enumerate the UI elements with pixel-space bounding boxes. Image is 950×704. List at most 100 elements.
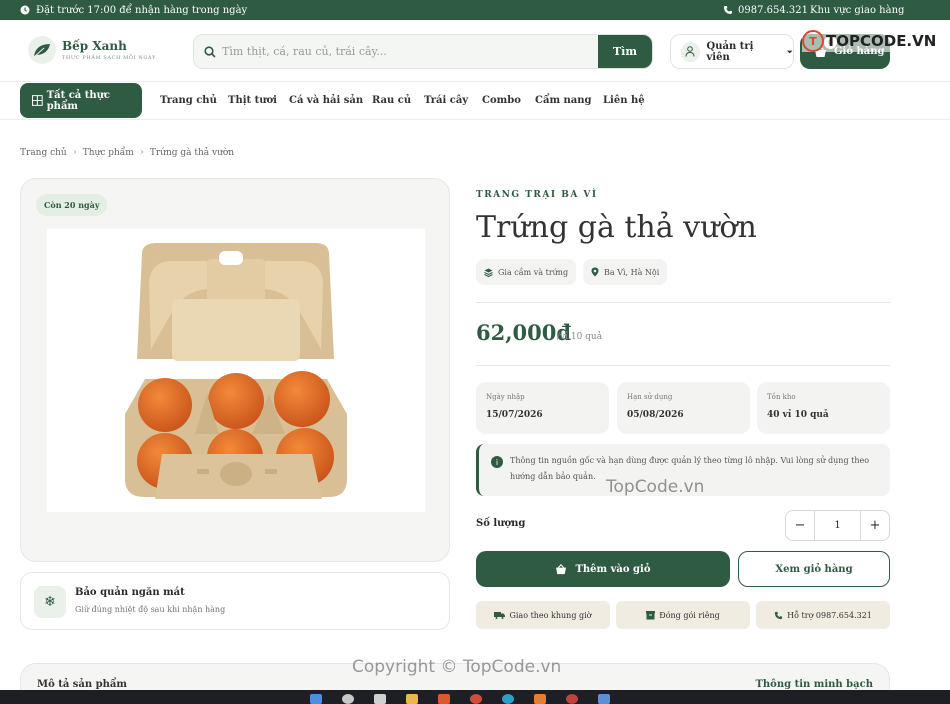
origin-label: Ba Vì, Hà Nội bbox=[604, 267, 660, 277]
price-unit: /vỉ 10 quả bbox=[557, 332, 603, 342]
app-icon[interactable] bbox=[438, 694, 450, 704]
stat-value: 05/08/2026 bbox=[627, 410, 684, 420]
divider bbox=[476, 365, 890, 366]
chevron-right-icon: › bbox=[139, 147, 144, 158]
product-image[interactable] bbox=[47, 229, 425, 512]
stat-value: 15/07/2026 bbox=[486, 410, 543, 420]
hotline[interactable]: 0987.654.321 bbox=[723, 5, 808, 16]
nav-link-combo[interactable]: Combo bbox=[482, 95, 521, 106]
brand-name: Bếp Xanh bbox=[62, 39, 127, 53]
nav-link-guide[interactable]: Cẩm nang bbox=[535, 95, 592, 106]
chevron-right-icon: › bbox=[72, 147, 77, 158]
breadcrumb-home[interactable]: Trang chủ bbox=[20, 148, 67, 158]
stat-import-date: Ngày nhập 15/07/2026 bbox=[476, 382, 609, 434]
category-chip[interactable]: Gia cầm và trứng bbox=[476, 259, 577, 285]
edge-icon[interactable] bbox=[502, 694, 514, 704]
search-button[interactable]: Tìm bbox=[598, 35, 652, 68]
topcode-watermark-logo: T TOPCODE.VN bbox=[802, 30, 937, 52]
perk-label: Đóng gói riêng bbox=[659, 610, 720, 620]
quantity-stepper: − 1 + bbox=[785, 510, 890, 541]
delivery-zone-link[interactable]: Khu vực giao hàng bbox=[810, 5, 904, 16]
nav-link-vegetables[interactable]: Rau củ bbox=[372, 95, 411, 106]
perk-packaging: Đóng gói riêng bbox=[616, 601, 750, 629]
user-icon bbox=[681, 41, 700, 62]
basket-icon bbox=[556, 563, 567, 574]
breadcrumb-current: Trứng gà thả vườn bbox=[149, 147, 235, 158]
copyright-watermark: Copyright © TopCode.vn bbox=[352, 657, 562, 677]
truck-icon bbox=[494, 612, 506, 619]
nav-link-home[interactable]: Trang chủ bbox=[160, 95, 217, 106]
nav-link-contact[interactable]: Liên hệ bbox=[603, 95, 645, 106]
tab-transparency[interactable]: Thông tin minh bạch bbox=[755, 679, 873, 690]
all-categories-button[interactable]: Tất cả thực phẩm bbox=[20, 83, 142, 118]
nav-link-seafood[interactable]: Cá và hải sản bbox=[289, 95, 363, 106]
search-bar: Tìm bbox=[193, 34, 653, 69]
app-icon[interactable] bbox=[534, 694, 546, 704]
search-icon[interactable] bbox=[342, 694, 354, 704]
brand-logo[interactable]: Bếp Xanh THỰC PHẨM SẠCH MỖI NGÀY bbox=[28, 36, 156, 64]
order-notice-text: Đặt trước 17:00 để nhận hàng trong ngày bbox=[36, 4, 248, 16]
perk-label: Giao theo khung giờ bbox=[509, 610, 592, 620]
nav-link-fresh-meat[interactable]: Thịt tươi bbox=[228, 95, 277, 106]
stat-label: Ngày nhập bbox=[486, 393, 525, 401]
nav-link-fruits[interactable]: Trái cây bbox=[424, 95, 468, 106]
storage-title: Bảo quản ngăn mát bbox=[75, 587, 185, 598]
grid-icon bbox=[32, 95, 43, 106]
category-label: Gia cầm và trứng bbox=[498, 267, 569, 277]
stat-stock: Tồn kho 40 vỉ 10 quả bbox=[757, 382, 890, 434]
breadcrumb: Trang chủ › Thực phẩm › Trứng gà thả vườ… bbox=[20, 147, 234, 158]
stat-expiry-date: Hạn sử dụng 05/08/2026 bbox=[617, 382, 750, 434]
caret-down-icon bbox=[786, 50, 793, 53]
box-icon bbox=[646, 610, 656, 619]
info-icon: i bbox=[491, 456, 503, 468]
layers-icon bbox=[484, 268, 493, 277]
tab-description[interactable]: Mô tả sản phẩm bbox=[37, 679, 127, 690]
snowflake-icon: ❄ bbox=[34, 586, 66, 618]
phone-icon bbox=[774, 611, 783, 619]
farm-name: TRANG TRẠI BA VÌ bbox=[476, 190, 598, 200]
expiry-tag: Còn 20 ngày bbox=[36, 194, 108, 216]
phone-icon bbox=[724, 6, 732, 14]
storage-subtitle: Giữ đúng nhiệt độ sau khi nhận hàng bbox=[75, 605, 226, 614]
map-pin-icon bbox=[591, 267, 599, 277]
os-taskbar bbox=[0, 690, 950, 704]
start-icon[interactable] bbox=[310, 694, 322, 704]
header: Bếp Xanh THỰC PHẨM SẠCH MỖI NGÀY Tìm Quả… bbox=[0, 20, 950, 82]
folder-icon[interactable] bbox=[406, 694, 418, 704]
view-cart-button[interactable]: Xem giỏ hàng bbox=[738, 551, 890, 587]
stat-value: 40 vỉ 10 quả bbox=[767, 410, 829, 420]
user-menu[interactable]: Quản trị viên bbox=[670, 34, 794, 69]
stat-label: Hạn sử dụng bbox=[627, 393, 673, 401]
browser-icon[interactable] bbox=[470, 694, 482, 704]
brand-tagline: THỰC PHẨM SẠCH MỖI NGÀY bbox=[62, 55, 156, 61]
add-to-cart-label: Thêm vào giỏ bbox=[575, 563, 651, 575]
divider bbox=[476, 302, 890, 303]
main-nav: Tất cả thực phẩm Trang chủ Thịt tươi Cá … bbox=[0, 82, 950, 120]
search-input[interactable] bbox=[222, 45, 598, 58]
breadcrumb-category[interactable]: Thực phẩm bbox=[83, 148, 134, 158]
app-icon[interactable] bbox=[598, 694, 610, 704]
user-name: Quản trị viên bbox=[706, 40, 754, 63]
stat-label: Tồn kho bbox=[767, 393, 796, 401]
order-notice: Đặt trước 17:00 để nhận hàng trong ngày bbox=[20, 5, 247, 16]
topcode-logo-text: TOPCODE.VN bbox=[826, 32, 937, 50]
perk-delivery: Giao theo khung giờ bbox=[476, 601, 610, 629]
top-bar: Đặt trước 17:00 để nhận hàng trong ngày … bbox=[0, 0, 950, 20]
increase-button[interactable]: + bbox=[861, 511, 889, 540]
product-gallery: Còn 20 ngày bbox=[20, 178, 450, 562]
perk-support[interactable]: Hỗ trợ 0987.654.321 bbox=[756, 601, 890, 629]
hotline-text: 0987.654.321 bbox=[738, 4, 808, 16]
add-to-cart-button[interactable]: Thêm vào giỏ bbox=[476, 551, 730, 587]
leaf-icon bbox=[28, 36, 56, 64]
quantity-label: Số lượng bbox=[476, 518, 526, 529]
origin-chip: Ba Vì, Hà Nội bbox=[583, 259, 668, 285]
topcode-logo-icon: T bbox=[802, 30, 824, 52]
quantity-value[interactable]: 1 bbox=[814, 511, 861, 540]
app-icon[interactable] bbox=[566, 694, 578, 704]
decrease-button[interactable]: − bbox=[786, 511, 814, 540]
perk-label: Hỗ trợ 0987.654.321 bbox=[787, 610, 872, 620]
product-title: Trứng gà thả vườn bbox=[476, 210, 757, 245]
task-view-icon[interactable] bbox=[374, 694, 386, 704]
all-categories-label: Tất cả thực phẩm bbox=[46, 89, 111, 112]
storage-card: ❄ Bảo quản ngăn mát Giữ đúng nhiệt độ sa… bbox=[20, 572, 450, 630]
